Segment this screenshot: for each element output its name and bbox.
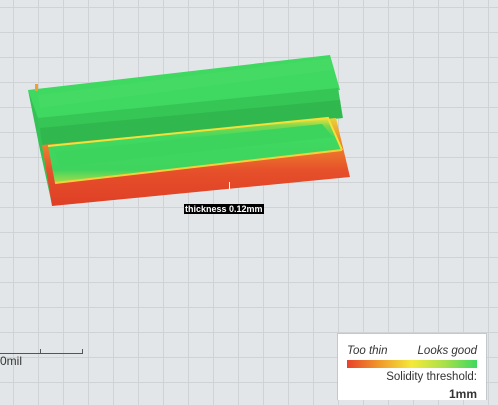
legend-color-gradient xyxy=(347,360,477,368)
model-corner-mark xyxy=(35,84,38,91)
solidity-legend: Too thin Looks good Solidity threshold: … xyxy=(337,333,487,401)
scale-bar-tick xyxy=(40,349,41,354)
scale-bar: 0mil xyxy=(0,344,90,374)
solidity-threshold-value: 1mm xyxy=(448,387,477,401)
scale-bar-tick xyxy=(82,349,83,354)
legend-too-thin-label: Too thin xyxy=(347,345,388,357)
legend-labels: Too thin Looks good xyxy=(347,345,477,359)
scale-bar-label: 0mil xyxy=(0,354,23,368)
legend-looks-good-label: Looks good xyxy=(417,345,477,357)
tooltip-pointer xyxy=(229,182,230,190)
thickness-tooltip: thickness 0.12mm xyxy=(184,204,264,214)
solidity-threshold-label: Solidity threshold: xyxy=(386,371,477,383)
